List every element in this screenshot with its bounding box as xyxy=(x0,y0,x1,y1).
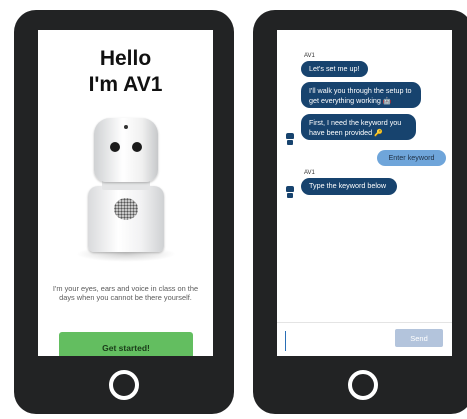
phone-chat: AV1 Let's set me up! I'll walk you throu… xyxy=(253,10,467,414)
robot-body xyxy=(88,186,164,252)
phone-welcome: Hello I'm AV1 I'm your eyes, ears and vo… xyxy=(14,10,234,414)
keyword-input[interactable] xyxy=(285,331,391,351)
robot-emoji-icon: 🤖 xyxy=(382,98,392,105)
robot-camera xyxy=(124,125,128,129)
robot-speaker-grille xyxy=(114,198,138,220)
chat-screen: AV1 Let's set me up! I'll walk you throu… xyxy=(277,30,452,356)
robot-eye-left xyxy=(110,142,120,152)
home-button[interactable] xyxy=(348,370,378,400)
chat-bubble-bot: Let's set me up! xyxy=(301,61,368,77)
welcome-title-line2: I'm AV1 xyxy=(88,73,163,96)
welcome-title-line1: Hello xyxy=(99,47,152,70)
welcome-title: Hello I'm AV1 xyxy=(38,46,213,98)
chat-bubble-bot: I'll walk you through the setup to get e… xyxy=(301,82,421,108)
intro-text: I'm your eyes, ears and voice in class o… xyxy=(52,284,199,302)
sender-label: AV1 xyxy=(304,53,315,59)
get-started-button[interactable]: Get started! xyxy=(59,332,193,356)
chat-bubble-bot: First, I need the keyword you have been … xyxy=(301,114,416,140)
av1-avatar-icon xyxy=(286,186,294,198)
chat-bubble-user: Enter keyword xyxy=(377,150,446,166)
av1-robot-image xyxy=(72,118,180,268)
chat-bubble-bot: Type the keyword below xyxy=(301,178,397,195)
key-emoji-icon: 🔑 xyxy=(374,130,383,137)
robot-head xyxy=(94,118,158,182)
sender-label: AV1 xyxy=(304,170,315,176)
send-button[interactable]: Send xyxy=(395,329,443,347)
robot-eye-right xyxy=(132,142,142,152)
chat-bubble-text: I'll walk you through the setup to get e… xyxy=(309,86,412,105)
welcome-screen: Hello I'm AV1 I'm your eyes, ears and vo… xyxy=(38,30,213,356)
chat-input-bar: Send xyxy=(277,322,452,356)
av1-avatar-icon xyxy=(286,133,294,145)
home-button[interactable] xyxy=(109,370,139,400)
chat-bubble-text: First, I need the keyword you have been … xyxy=(309,118,402,137)
